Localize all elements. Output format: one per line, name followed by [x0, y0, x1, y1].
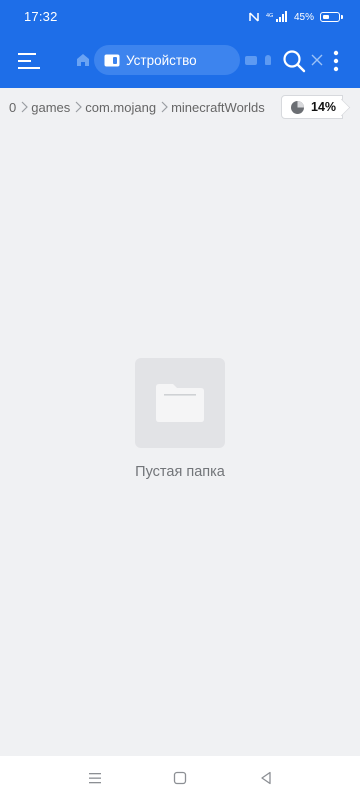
device-icon — [104, 54, 120, 66]
tab-device-label: Устройство — [126, 52, 197, 68]
toolbar: Устройство — [0, 34, 360, 88]
more-icon — [333, 50, 339, 72]
nav-back-icon — [261, 771, 271, 785]
storage-usage-badge[interactable]: 14% — [281, 95, 343, 119]
more-button[interactable] — [322, 45, 350, 77]
tab-preview-2[interactable] — [265, 55, 271, 65]
svg-text:4G: 4G — [266, 13, 273, 19]
chevron-right-icon — [75, 101, 83, 113]
nfc-icon — [249, 12, 259, 22]
breadcrumb-item-mojang[interactable]: com.mojang — [85, 100, 156, 115]
empty-folder-illustration — [135, 358, 225, 448]
tab-preview-1[interactable] — [245, 56, 257, 65]
breadcrumb-item-games[interactable]: games — [31, 100, 70, 115]
breadcrumb-label: 0 — [9, 99, 17, 115]
nav-recents-button[interactable] — [85, 768, 105, 788]
breadcrumb-label: com.mojang — [85, 99, 157, 115]
storage-percent: 14% — [311, 100, 337, 114]
breadcrumb-label: games — [31, 99, 71, 115]
menu-button[interactable] — [12, 45, 44, 77]
chevron-right-icon — [21, 101, 29, 113]
nav-home-button[interactable] — [170, 768, 190, 788]
battery-percent: 45% — [293, 11, 314, 23]
folder-icon — [156, 384, 204, 422]
signal-icon: 4G — [266, 11, 287, 22]
pie-chart-icon — [291, 100, 304, 114]
status-time: 17:32 — [24, 9, 58, 24]
nav-home-icon — [173, 771, 187, 785]
menu-icon — [18, 53, 40, 69]
search-button[interactable] — [278, 45, 310, 77]
empty-folder-message: Пустая папка — [135, 464, 225, 480]
status-icons: 4G 45% — [249, 9, 343, 25]
breadcrumb: 0 games com.mojang minecraftWorlds 14% — [0, 92, 360, 122]
home-icon — [77, 54, 89, 66]
status-bar: 17:32 4G 45% — [0, 0, 360, 34]
system-nav-bar — [0, 756, 360, 800]
chevron-right-icon — [161, 101, 168, 113]
nav-back-button[interactable] — [256, 768, 276, 788]
breadcrumb-item-0[interactable]: 0 — [9, 100, 16, 115]
search-icon — [283, 50, 306, 73]
breadcrumb-item-worlds[interactable]: minecraftWorlds — [171, 100, 265, 115]
breadcrumb-label: minecraftWorlds — [171, 99, 265, 115]
tab-device[interactable]: Устройство — [94, 45, 323, 75]
battery-icon — [320, 12, 343, 22]
home-button[interactable] — [74, 51, 92, 69]
nav-menu-icon — [89, 773, 101, 784]
